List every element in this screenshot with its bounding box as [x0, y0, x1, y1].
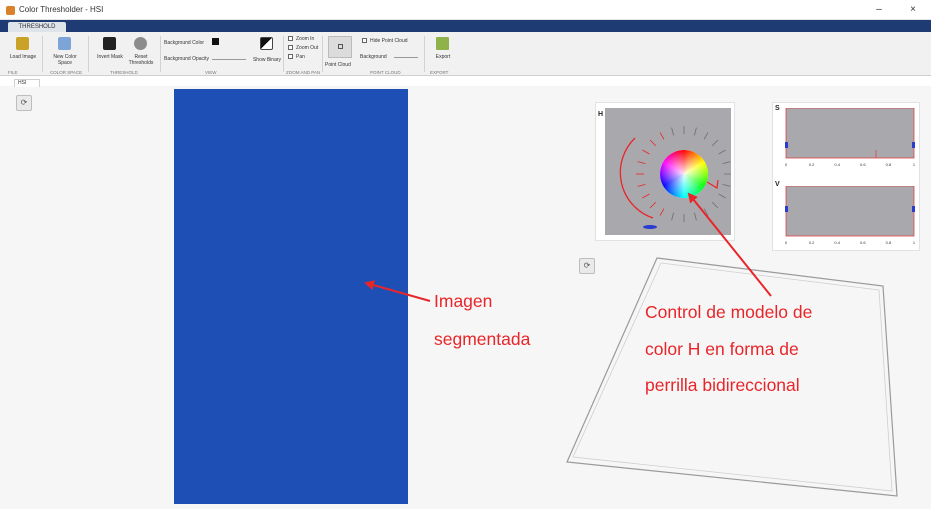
- point-cloud-background-slider[interactable]: [394, 57, 418, 58]
- ribbon-separator: [322, 36, 323, 72]
- s-tick: 1: [913, 162, 916, 167]
- new-color-space-icon: [58, 37, 71, 50]
- new-color-space-button[interactable]: New Color Space: [50, 35, 80, 69]
- ribbon-tab-strip: THRESHOLD: [0, 20, 931, 32]
- h-polar-plot: [605, 108, 731, 235]
- group-label-zoom-pan: ZOOM AND PAN: [286, 70, 321, 75]
- rotate-icon: ⟳: [20, 98, 28, 107]
- h-channel-label: H: [598, 111, 604, 118]
- group-label-threshold: THRESHOLD: [110, 70, 138, 75]
- v-tick: 1: [913, 240, 916, 245]
- point-cloud-button[interactable]: [328, 36, 352, 58]
- show-binary-button[interactable]: Show Binary: [252, 35, 282, 69]
- zoom-in-checkbox[interactable]: [288, 36, 293, 41]
- group-label-export: EXPORT: [430, 70, 449, 75]
- s-channel-label: S: [775, 105, 780, 112]
- v-tick: 0.8: [886, 240, 892, 245]
- export-icon: [436, 37, 449, 50]
- export-button[interactable]: Export: [428, 35, 458, 69]
- v-tick: 0: [785, 240, 788, 245]
- background-opacity-label: Background Opacity: [164, 56, 210, 62]
- s-histogram[interactable]: 0 0.2 0.4 0.6 0.8 1: [782, 108, 918, 168]
- annotation-control-line2: color H en forma de: [645, 339, 799, 359]
- minimize-button[interactable]: –: [872, 3, 886, 17]
- show-binary-label: Show Binary: [252, 57, 282, 63]
- v-tick: 0.4: [834, 240, 840, 245]
- new-color-space-label: New Color Space: [53, 54, 77, 66]
- hide-point-cloud-checkbox[interactable]: [362, 38, 367, 43]
- group-label-file: FILE: [8, 70, 18, 75]
- ribbon-separator: [283, 36, 284, 72]
- document-tab-hsi[interactable]: HSI: [14, 79, 40, 87]
- background-opacity-slider[interactable]: [212, 59, 246, 60]
- hue-wheel-fade: [660, 150, 708, 198]
- s-tick: 0.4: [834, 162, 840, 167]
- annotation-image-line1: Imagen: [434, 291, 493, 311]
- point-cloud-label: Point Cloud: [325, 62, 351, 68]
- color-thresholder-app: Color Thresholder - HSI – × THRESHOLD Lo…: [0, 0, 931, 509]
- reset-icon: [134, 37, 147, 50]
- s-tick: 0.2: [809, 162, 815, 167]
- pan-checkbox[interactable]: [288, 54, 293, 59]
- ribbon-separator: [42, 36, 43, 72]
- invert-mask-button[interactable]: Invert Mask: [95, 35, 125, 69]
- v-tick: 0.2: [809, 240, 815, 245]
- v-histogram[interactable]: 0 0.2 0.4 0.6 0.8 1: [782, 186, 918, 246]
- annotation-image-line2: segmentada: [434, 329, 531, 349]
- zoom-in-label: Zoom In: [296, 36, 315, 42]
- s-handle-left[interactable]: [785, 142, 788, 148]
- annotation-control-line3: perrilla bidireccional: [645, 375, 800, 395]
- v-tick: 0.6: [860, 240, 866, 245]
- image-rotate-button[interactable]: ⟳: [16, 95, 32, 111]
- ribbon-toolstrip: Load Image New Color Space Invert Mask R…: [0, 32, 931, 76]
- v-axis-ticks: 0 0.2 0.4 0.6 0.8 1: [785, 240, 916, 245]
- zoom-out-checkbox[interactable]: [288, 45, 293, 50]
- s-tick: 0: [785, 162, 788, 167]
- load-image-icon: [16, 37, 29, 50]
- ribbon-separator: [160, 36, 161, 72]
- v-handle-right[interactable]: [912, 206, 915, 212]
- reset-thresholds-button[interactable]: Reset Thresholds: [126, 35, 156, 69]
- tab-threshold[interactable]: THRESHOLD: [8, 22, 66, 32]
- window-title: Color Thresholder - HSI: [19, 5, 104, 14]
- binary-icon: [260, 37, 273, 50]
- s-tick: 0.8: [886, 162, 892, 167]
- reset-thresholds-label: Reset Thresholds: [128, 54, 154, 66]
- s-handle-right[interactable]: [912, 142, 915, 148]
- export-label: Export: [435, 54, 451, 60]
- v-handle-left[interactable]: [785, 206, 788, 212]
- annotation-control-line1: Control de modelo de: [645, 302, 813, 322]
- group-label-view: VIEW: [205, 70, 217, 75]
- background-color-swatch[interactable]: [212, 38, 219, 45]
- group-label-color-space: COLOR SPACE: [50, 70, 83, 75]
- zoom-out-label: Zoom Out: [296, 45, 319, 51]
- load-image-label: Load Image: [9, 54, 37, 60]
- background-color-label: Background Color: [164, 40, 205, 46]
- segmented-image: [174, 89, 408, 504]
- close-button[interactable]: ×: [906, 3, 920, 17]
- background-label: Background: [360, 54, 387, 60]
- invert-mask-icon: [103, 37, 116, 50]
- ribbon-separator: [88, 36, 89, 72]
- load-image-button[interactable]: Load Image: [8, 35, 38, 69]
- s-axis-ticks: 0 0.2 0.4 0.6 0.8 1: [785, 162, 916, 167]
- title-bar: Color Thresholder - HSI – ×: [0, 0, 931, 20]
- s-tick: 0.6: [860, 162, 866, 167]
- matlab-app-icon: [6, 6, 15, 15]
- group-label-point-cloud: POINT CLOUD: [370, 70, 401, 75]
- h-color-blob: [643, 225, 657, 229]
- pan-label: Pan: [296, 54, 305, 60]
- v-channel-label: V: [775, 181, 780, 188]
- point-cloud-icon: [338, 44, 343, 49]
- hide-point-cloud-label: Hide Point Cloud: [370, 38, 408, 44]
